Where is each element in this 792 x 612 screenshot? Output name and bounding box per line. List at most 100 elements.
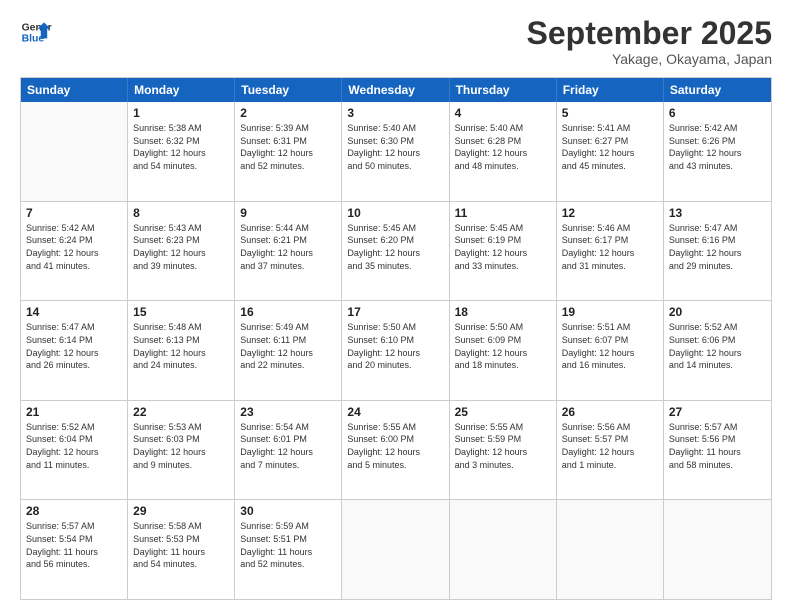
calendar-cell: 3 Sunrise: 5:40 AM Sunset: 6:30 PM Daylig… bbox=[342, 102, 449, 201]
day-number: 1 bbox=[133, 106, 229, 120]
day-info: Sunrise: 5:51 AM Sunset: 6:07 PM Dayligh… bbox=[562, 321, 658, 371]
calendar-cell: 7 Sunrise: 5:42 AM Sunset: 6:24 PM Daylig… bbox=[21, 202, 128, 301]
calendar-cell: 11Sunrise: 5:45 AM Sunset: 6:19 PM Dayli… bbox=[450, 202, 557, 301]
title-block: September 2025 Yakage, Okayama, Japan bbox=[527, 16, 772, 67]
weekday-header: Saturday bbox=[664, 78, 771, 102]
day-info: Sunrise: 5:50 AM Sunset: 6:09 PM Dayligh… bbox=[455, 321, 551, 371]
calendar-cell bbox=[664, 500, 771, 599]
day-info: Sunrise: 5:50 AM Sunset: 6:10 PM Dayligh… bbox=[347, 321, 443, 371]
day-info: Sunrise: 5:57 AM Sunset: 5:56 PM Dayligh… bbox=[669, 421, 766, 471]
calendar-cell bbox=[450, 500, 557, 599]
day-number: 9 bbox=[240, 206, 336, 220]
calendar-cell: 20 Sunrise: 5:52 AM Sunset: 6:06 PM Dayli… bbox=[664, 301, 771, 400]
day-number: 12 bbox=[562, 206, 658, 220]
calendar-cell: 1 Sunrise: 5:38 AM Sunset: 6:32 PM Daylig… bbox=[128, 102, 235, 201]
day-number: 30 bbox=[240, 504, 336, 518]
calendar-cell: 8 Sunrise: 5:43 AM Sunset: 6:23 PM Daylig… bbox=[128, 202, 235, 301]
day-number: 24 bbox=[347, 405, 443, 419]
weekday-header: Thursday bbox=[450, 78, 557, 102]
day-info: Sunrise: 5:54 AM Sunset: 6:01 PM Dayligh… bbox=[240, 421, 336, 471]
logo: General Blue bbox=[20, 16, 52, 48]
calendar-cell: 30 Sunrise: 5:59 AM Sunset: 5:51 PM Dayli… bbox=[235, 500, 342, 599]
calendar-cell: 17 Sunrise: 5:50 AM Sunset: 6:10 PM Dayli… bbox=[342, 301, 449, 400]
day-info: Sunrise: 5:38 AM Sunset: 6:32 PM Dayligh… bbox=[133, 122, 229, 172]
calendar-cell: 5Sunrise: 5:41 AM Sunset: 6:27 PM Daylig… bbox=[557, 102, 664, 201]
day-number: 14 bbox=[26, 305, 122, 319]
day-number: 5 bbox=[562, 106, 658, 120]
day-number: 22 bbox=[133, 405, 229, 419]
day-number: 16 bbox=[240, 305, 336, 319]
calendar-cell: 18 Sunrise: 5:50 AM Sunset: 6:09 PM Dayli… bbox=[450, 301, 557, 400]
calendar-row: 7 Sunrise: 5:42 AM Sunset: 6:24 PM Daylig… bbox=[21, 201, 771, 301]
day-number: 13 bbox=[669, 206, 766, 220]
day-info: Sunrise: 5:59 AM Sunset: 5:51 PM Dayligh… bbox=[240, 520, 336, 570]
day-info: Sunrise: 5:48 AM Sunset: 6:13 PM Dayligh… bbox=[133, 321, 229, 371]
day-number: 6 bbox=[669, 106, 766, 120]
day-info: Sunrise: 5:55 AM Sunset: 6:00 PM Dayligh… bbox=[347, 421, 443, 471]
day-info: Sunrise: 5:56 AM Sunset: 5:57 PM Dayligh… bbox=[562, 421, 658, 471]
calendar-cell: 29 Sunrise: 5:58 AM Sunset: 5:53 PM Dayli… bbox=[128, 500, 235, 599]
calendar-cell: 27 Sunrise: 5:57 AM Sunset: 5:56 PM Dayli… bbox=[664, 401, 771, 500]
calendar-cell: 2 Sunrise: 5:39 AM Sunset: 6:31 PM Daylig… bbox=[235, 102, 342, 201]
day-info: Sunrise: 5:52 AM Sunset: 6:04 PM Dayligh… bbox=[26, 421, 122, 471]
calendar-row: 14 Sunrise: 5:47 AM Sunset: 6:14 PM Dayli… bbox=[21, 300, 771, 400]
calendar-cell bbox=[557, 500, 664, 599]
day-info: Sunrise: 5:57 AM Sunset: 5:54 PM Dayligh… bbox=[26, 520, 122, 570]
day-info: Sunrise: 5:44 AM Sunset: 6:21 PM Dayligh… bbox=[240, 222, 336, 272]
day-info: Sunrise: 5:40 AM Sunset: 6:28 PM Dayligh… bbox=[455, 122, 551, 172]
calendar-cell: 26Sunrise: 5:56 AM Sunset: 5:57 PM Dayli… bbox=[557, 401, 664, 500]
day-info: Sunrise: 5:40 AM Sunset: 6:30 PM Dayligh… bbox=[347, 122, 443, 172]
day-info: Sunrise: 5:42 AM Sunset: 6:24 PM Dayligh… bbox=[26, 222, 122, 272]
day-number: 23 bbox=[240, 405, 336, 419]
calendar-cell: 15 Sunrise: 5:48 AM Sunset: 6:13 PM Dayli… bbox=[128, 301, 235, 400]
day-number: 19 bbox=[562, 305, 658, 319]
day-number: 17 bbox=[347, 305, 443, 319]
calendar-cell: 4 Sunrise: 5:40 AM Sunset: 6:28 PM Daylig… bbox=[450, 102, 557, 201]
calendar-cell: 9 Sunrise: 5:44 AM Sunset: 6:21 PM Daylig… bbox=[235, 202, 342, 301]
day-number: 15 bbox=[133, 305, 229, 319]
calendar-cell: 22 Sunrise: 5:53 AM Sunset: 6:03 PM Dayli… bbox=[128, 401, 235, 500]
calendar-cell bbox=[21, 102, 128, 201]
weekday-header: Friday bbox=[557, 78, 664, 102]
day-info: Sunrise: 5:49 AM Sunset: 6:11 PM Dayligh… bbox=[240, 321, 336, 371]
logo-icon: General Blue bbox=[20, 16, 52, 48]
day-number: 8 bbox=[133, 206, 229, 220]
day-info: Sunrise: 5:42 AM Sunset: 6:26 PM Dayligh… bbox=[669, 122, 766, 172]
location: Yakage, Okayama, Japan bbox=[527, 51, 772, 67]
weekday-header: Monday bbox=[128, 78, 235, 102]
day-info: Sunrise: 5:47 AM Sunset: 6:16 PM Dayligh… bbox=[669, 222, 766, 272]
calendar-cell: 10Sunrise: 5:45 AM Sunset: 6:20 PM Dayli… bbox=[342, 202, 449, 301]
day-number: 7 bbox=[26, 206, 122, 220]
day-info: Sunrise: 5:58 AM Sunset: 5:53 PM Dayligh… bbox=[133, 520, 229, 570]
day-number: 29 bbox=[133, 504, 229, 518]
weekday-header: Tuesday bbox=[235, 78, 342, 102]
calendar-body: 1 Sunrise: 5:38 AM Sunset: 6:32 PM Daylig… bbox=[21, 102, 771, 599]
day-number: 18 bbox=[455, 305, 551, 319]
day-info: Sunrise: 5:39 AM Sunset: 6:31 PM Dayligh… bbox=[240, 122, 336, 172]
calendar-cell: 25 Sunrise: 5:55 AM Sunset: 5:59 PM Dayli… bbox=[450, 401, 557, 500]
day-number: 2 bbox=[240, 106, 336, 120]
day-info: Sunrise: 5:53 AM Sunset: 6:03 PM Dayligh… bbox=[133, 421, 229, 471]
calendar-row: 1 Sunrise: 5:38 AM Sunset: 6:32 PM Daylig… bbox=[21, 102, 771, 201]
calendar-cell: 13 Sunrise: 5:47 AM Sunset: 6:16 PM Dayli… bbox=[664, 202, 771, 301]
calendar-row: 28Sunrise: 5:57 AM Sunset: 5:54 PM Dayli… bbox=[21, 499, 771, 599]
calendar-cell: 14 Sunrise: 5:47 AM Sunset: 6:14 PM Dayli… bbox=[21, 301, 128, 400]
calendar-cell: 23 Sunrise: 5:54 AM Sunset: 6:01 PM Dayli… bbox=[235, 401, 342, 500]
day-number: 25 bbox=[455, 405, 551, 419]
day-info: Sunrise: 5:45 AM Sunset: 6:19 PM Dayligh… bbox=[455, 222, 551, 272]
calendar-cell: 24 Sunrise: 5:55 AM Sunset: 6:00 PM Dayli… bbox=[342, 401, 449, 500]
day-number: 21 bbox=[26, 405, 122, 419]
day-info: Sunrise: 5:52 AM Sunset: 6:06 PM Dayligh… bbox=[669, 321, 766, 371]
day-info: Sunrise: 5:43 AM Sunset: 6:23 PM Dayligh… bbox=[133, 222, 229, 272]
day-info: Sunrise: 5:55 AM Sunset: 5:59 PM Dayligh… bbox=[455, 421, 551, 471]
calendar-cell: 6 Sunrise: 5:42 AM Sunset: 6:26 PM Daylig… bbox=[664, 102, 771, 201]
day-number: 20 bbox=[669, 305, 766, 319]
page-header: General Blue September 2025 Yakage, Okay… bbox=[20, 16, 772, 67]
calendar-row: 21 Sunrise: 5:52 AM Sunset: 6:04 PM Dayli… bbox=[21, 400, 771, 500]
day-number: 27 bbox=[669, 405, 766, 419]
day-number: 4 bbox=[455, 106, 551, 120]
calendar-cell: 16 Sunrise: 5:49 AM Sunset: 6:11 PM Dayli… bbox=[235, 301, 342, 400]
calendar-cell: 12Sunrise: 5:46 AM Sunset: 6:17 PM Dayli… bbox=[557, 202, 664, 301]
day-number: 3 bbox=[347, 106, 443, 120]
day-info: Sunrise: 5:47 AM Sunset: 6:14 PM Dayligh… bbox=[26, 321, 122, 371]
